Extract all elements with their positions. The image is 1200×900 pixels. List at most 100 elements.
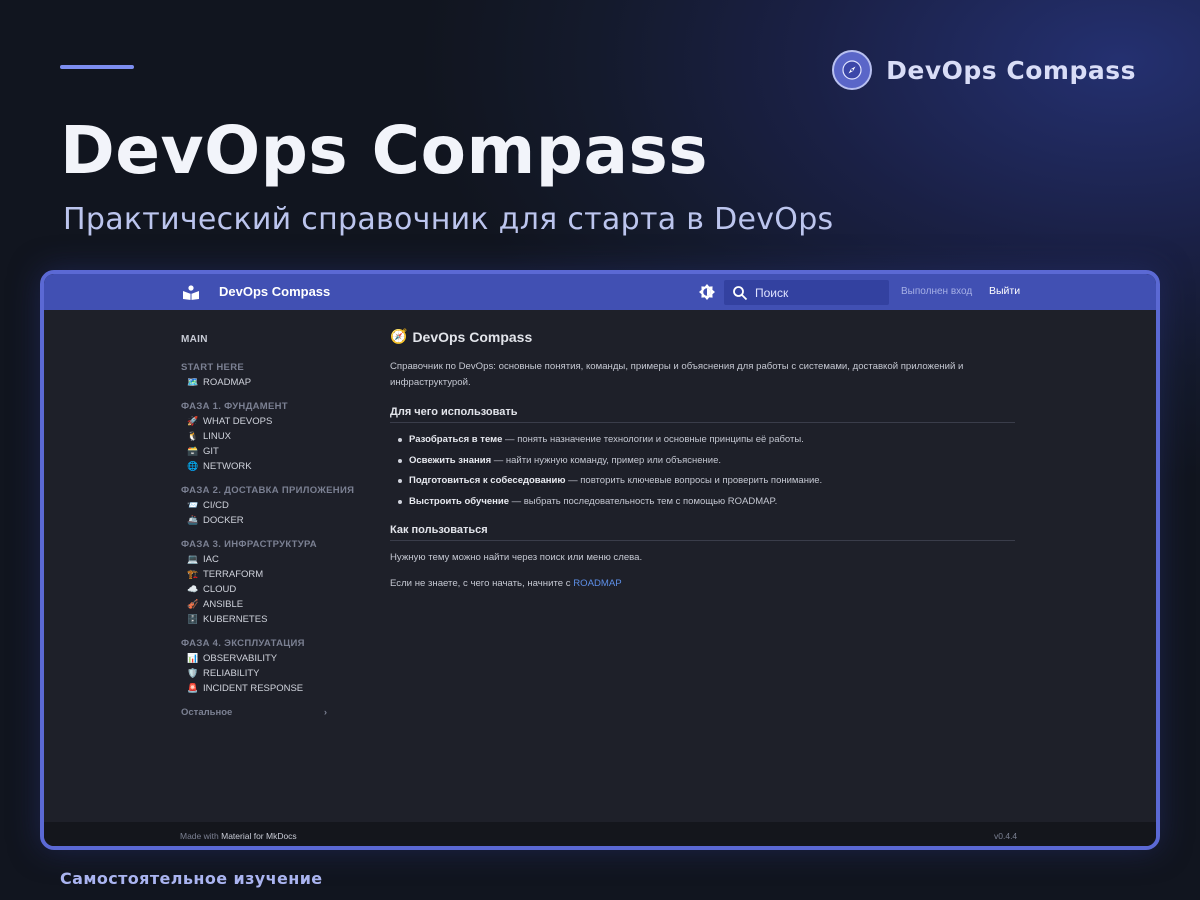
nav-main-label: MAIN — [181, 334, 208, 345]
intro-paragraph: Справочник по DevOps: основные понятия, … — [390, 361, 964, 388]
how-paragraph-1: Нужную тему можно найти через поиск или … — [390, 552, 643, 564]
chevron-right-icon: › — [323, 707, 327, 718]
hero-subtitle: Практический справочник для старта в Dev… — [63, 202, 834, 237]
compass-icon — [832, 50, 873, 90]
sidebar-item-docker[interactable]: 🚢 DOCKER — [181, 513, 361, 528]
footer-made-with: Made with Material for MkDocs — [180, 831, 297, 841]
list-item: Освежить знания — найти нужную команду, … — [390, 453, 1015, 468]
card-box-icon: 🗃️ — [187, 446, 199, 456]
nav-section-phase-1: ФАЗА 1. ФУНДАМЕНТ 🚀 WHAT DEVOPS 🐧 LINUX 🗃️… — [181, 401, 361, 474]
cloud-icon: ☁️ — [187, 584, 199, 594]
envelope-icon: 📨 — [187, 500, 199, 510]
sidebar-item-what-devops[interactable]: 🚀 WHAT DEVOPS — [181, 414, 361, 429]
nav-section-title: ФАЗА 1. ФУНДАМЕНТ — [181, 401, 288, 412]
page-title-text: DevOps Compass — [412, 328, 533, 345]
app-body: MAIN START HERE 🗺️ ROADMAP ФАЗА 1. ФУНДАМ… — [44, 310, 1156, 822]
list-item-text: — повторить ключевые вопросы и проверить… — [565, 475, 823, 487]
hero-title: DevOps Compass — [60, 112, 709, 189]
shield-icon: 🛡️ — [187, 668, 199, 678]
nav-section-phase-3: ФАЗА 3. ИНФРАСТРУКТУРА 💻 IAC 🏗️ TERRAFORM … — [181, 539, 361, 627]
laptop-icon: 💻 — [187, 554, 199, 564]
nav-section-title: START HERE — [181, 362, 244, 373]
rocket-icon: 🚀 — [187, 416, 199, 426]
sidebar-item-observability[interactable]: 📊 OBSERVABILITY — [181, 651, 361, 666]
sidebar-item-roadmap[interactable]: 🗺️ ROADMAP — [181, 375, 361, 390]
list-item-bold: Подготовиться к собеседованию — [409, 475, 566, 487]
sidebar-item-label: NETWORK — [203, 461, 252, 472]
logout-link[interactable]: Выйти — [989, 285, 1020, 297]
sidebar-item-other[interactable]: Остальное › — [181, 707, 327, 718]
sidebar-item-terraform[interactable]: 🏗️ TERRAFORM — [181, 567, 361, 582]
list-item-text: — выбрать последовательность тем с помощ… — [508, 496, 778, 508]
map-icon: 🗺️ — [187, 377, 199, 387]
search-input[interactable] — [755, 285, 875, 300]
sidebar-item-label: WHAT DEVOPS — [203, 416, 273, 427]
violin-icon: 🎻 — [187, 599, 199, 609]
how-paragraph-2: Если не знаете, с чего начать, начните с… — [390, 576, 1015, 591]
nav-section-title: ФАЗА 3. ИНФРАСТРУКТУРА — [181, 539, 317, 550]
how-paragraph-2-text: Если не знаете, с чего начать, начните с — [390, 578, 574, 590]
ship-icon: 🚢 — [187, 515, 199, 525]
chart-icon: 📊 — [187, 653, 199, 663]
sidebar-nav: MAIN START HERE 🗺️ ROADMAP ФАЗА 1. ФУНДАМ… — [181, 334, 361, 718]
theme-toggle-icon[interactable] — [699, 284, 715, 300]
sidebar-item-label: RELIABILITY — [203, 668, 260, 679]
list-item-bold: Разобраться в теме — [409, 434, 503, 445]
footer-version: v0.4.4 — [994, 831, 1018, 841]
page-title: 🧭 DevOps Compass — [390, 328, 1015, 345]
sidebar-item-network[interactable]: 🌐 NETWORK — [181, 459, 361, 474]
material-mkdocs-link[interactable]: Material for MkDocs — [221, 831, 297, 841]
app-header: DevOps Compass Выполнен вход Выйти — [44, 274, 1156, 310]
heading-how: Как пользоваться — [390, 524, 1015, 542]
sidebar-item-ci-cd[interactable]: 📨 CI/CD — [181, 498, 361, 513]
nav-section-title: ФАЗА 4. ЭКСПЛУАТАЦИЯ — [181, 638, 305, 649]
search-box[interactable] — [724, 280, 889, 305]
sidebar-item-label: DOCKER — [203, 515, 244, 526]
sidebar-item-linux[interactable]: 🐧 LINUX — [181, 429, 361, 444]
sidebar-item-cloud[interactable]: ☁️ CLOUD — [181, 582, 361, 597]
sidebar-item-label: LINUX — [203, 431, 231, 442]
list-item: Подготовиться к собеседованию — повторит… — [390, 473, 1015, 488]
sidebar-item-label: KUBERNETES — [203, 614, 268, 625]
nav-section-start-here: START HERE 🗺️ ROADMAP — [181, 362, 361, 390]
list-item: Разобраться в теме — понять назначение т… — [390, 432, 1015, 447]
construction-icon: 🏗️ — [187, 569, 199, 579]
list-item-bold: Освежить знания — [409, 454, 492, 466]
sidebar-item-iac[interactable]: 💻 IAC — [181, 552, 361, 567]
sidebar-item-label: ROADMAP — [203, 377, 252, 388]
nav-section-title: ФАЗА 2. ДОСТАВКА ПРИЛОЖЕНИЯ — [181, 485, 355, 496]
cabinet-icon: 🗄️ — [187, 614, 199, 624]
globe-icon: 🌐 — [187, 461, 199, 471]
sidebar-item-label: CI/CD — [203, 500, 229, 511]
nav-section-phase-4: ФАЗА 4. ЭКСПЛУАТАЦИЯ 📊 OBSERVABILITY 🛡️ RE… — [181, 638, 361, 696]
login-status: Выполнен вход — [901, 286, 973, 297]
nav-section-phase-2: ФАЗА 2. ДОСТАВКА ПРИЛОЖЕНИЯ 📨 CI/CD 🚢 DOCK… — [181, 485, 361, 528]
book-logo-icon[interactable] — [182, 284, 200, 300]
sidebar-item-label: IAC — [203, 554, 219, 565]
app-footer: Made with Material for MkDocs v0.4.4 — [44, 822, 1156, 846]
list-item-bold: Выстроить обучение — [409, 496, 509, 508]
use-list: Разобраться в теме — понять назначение т… — [390, 432, 1015, 509]
sidebar-item-reliability[interactable]: 🛡️ RELIABILITY — [181, 666, 361, 681]
list-item-text: — найти нужную команду, пример или объяс… — [491, 454, 721, 466]
list-item: Выстроить обучение — выбрать последовате… — [390, 494, 1015, 509]
sidebar-item-kubernetes[interactable]: 🗄️ KUBERNETES — [181, 612, 361, 627]
sidebar-item-label: CLOUD — [203, 584, 237, 595]
app-screenshot-frame: DevOps Compass Выполнен вход Выйти MAIN … — [40, 270, 1160, 850]
accent-line — [60, 65, 134, 69]
compass-icon: 🧭 — [390, 328, 408, 344]
sidebar-item-label: OBSERVABILITY — [203, 653, 278, 664]
sidebar-item-git[interactable]: 🗃️ GIT — [181, 444, 361, 459]
sidebar-item-label: ANSIBLE — [203, 599, 244, 610]
bottom-caption: Самостоятельное изучение — [60, 869, 323, 888]
sidebar-item-label: Остальное — [181, 707, 233, 718]
sidebar-item-ansible[interactable]: 🎻 ANSIBLE — [181, 597, 361, 612]
sidebar-item-label: INCIDENT RESPONSE — [203, 683, 304, 694]
sidebar-item-incident-response[interactable]: 🚨 INCIDENT RESPONSE — [181, 681, 361, 696]
app-title[interactable]: DevOps Compass — [219, 284, 330, 299]
brand-name: DevOps Compass — [886, 55, 1136, 85]
sidebar-item-label: GIT — [203, 446, 219, 457]
main-content: 🧭 DevOps Compass Справочник по DevOps: о… — [390, 328, 1015, 602]
penguin-icon: 🐧 — [187, 431, 199, 441]
roadmap-link[interactable]: ROADMAP — [573, 578, 622, 589]
